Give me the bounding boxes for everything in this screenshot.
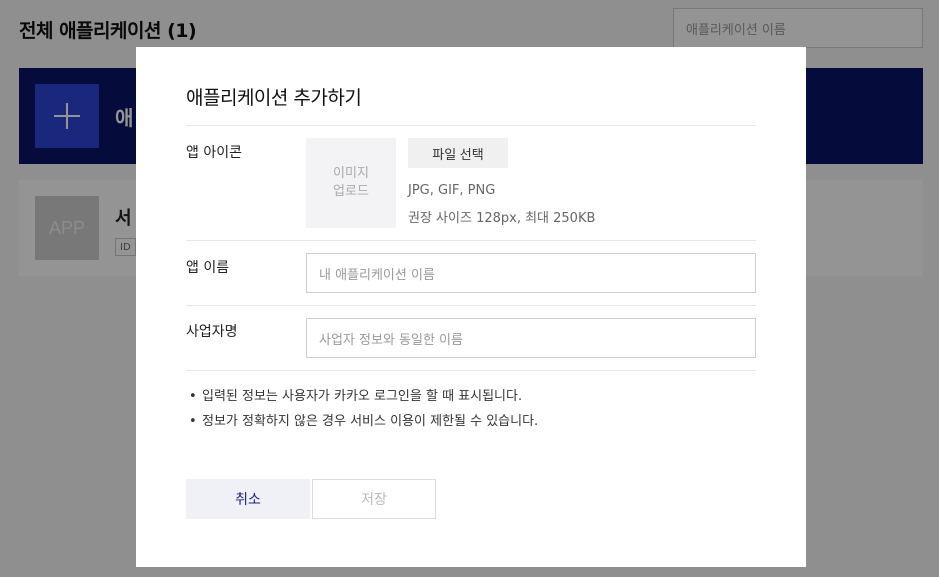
company-name-input[interactable]: 사업자 정보와 동일한 이름 <box>306 318 756 358</box>
size-hint: 권장 사이즈 128px, 최대 250KB <box>408 211 596 226</box>
cancel-button[interactable]: 취소 <box>186 479 310 519</box>
notice-list: 입력된 정보는 사용자가 카카오 로그인을 할 때 표시됩니다. 정보가 정확하… <box>186 384 538 434</box>
notice-item: 정보가 정확하지 않은 경우 서비스 이용이 제한될 수 있습니다. <box>186 409 538 434</box>
divider <box>186 370 756 371</box>
app-name-input[interactable]: 내 애플리케이션 이름 <box>306 253 756 293</box>
app-icon-label: 앱 아이콘 <box>186 145 242 161</box>
upload-text-line2: 업로드 <box>333 184 369 199</box>
add-application-modal: 애플리케이션 추가하기 앱 아이콘 이미지 업로드 파일 선택 JPG, GIF… <box>136 47 806 567</box>
modal-title: 애플리케이션 추가하기 <box>186 87 362 109</box>
divider <box>186 305 756 306</box>
divider <box>186 125 756 126</box>
format-hint: JPG, GIF, PNG <box>408 183 496 198</box>
image-upload-area[interactable]: 이미지 업로드 <box>306 138 396 228</box>
divider <box>186 240 756 241</box>
upload-text-line1: 이미지 <box>333 166 369 181</box>
company-name-label: 사업자명 <box>186 324 238 340</box>
notice-item: 입력된 정보는 사용자가 카카오 로그인을 할 때 표시됩니다. <box>186 384 538 409</box>
save-button[interactable]: 저장 <box>312 479 436 519</box>
file-select-button[interactable]: 파일 선택 <box>408 138 508 168</box>
app-name-label: 앱 이름 <box>186 260 230 276</box>
